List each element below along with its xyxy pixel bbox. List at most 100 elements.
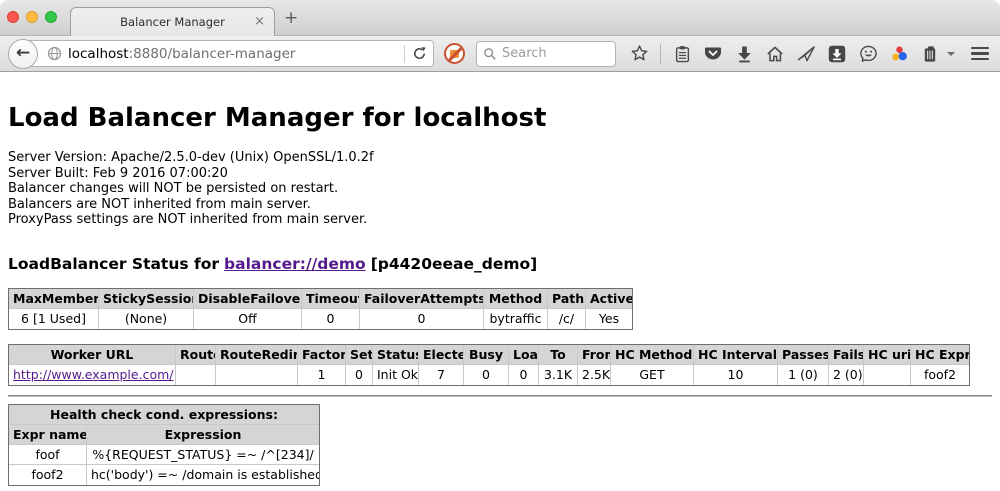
back-arrow-icon: ← xyxy=(16,45,30,62)
pocket-icon[interactable] xyxy=(703,44,723,64)
cell-elected: 7 xyxy=(419,365,464,385)
paper-plane-icon[interactable] xyxy=(796,44,816,64)
col-factor: Factor xyxy=(298,345,346,365)
reload-button[interactable] xyxy=(412,46,427,61)
col-to: To xyxy=(539,345,578,365)
search-bar[interactable] xyxy=(476,41,616,67)
health-data-row: foof %{REQUEST_STATUS} =~ /^[234]/ xyxy=(9,445,319,465)
smiley-chat-icon[interactable] xyxy=(858,44,878,64)
health-table-title: Health check cond. expressions: xyxy=(9,405,319,425)
url-domain: localhost xyxy=(68,46,129,62)
col-timeout: Timeout xyxy=(302,289,360,309)
health-header-row: Expr name Expression xyxy=(9,425,319,445)
worker-data-row: http://www.example.com/ 1 0 Init Ok 7 0 … xyxy=(9,365,969,385)
cell-passes: 1 (0) xyxy=(778,365,829,385)
persist-notice-line: Balancer changes will NOT be persisted o… xyxy=(8,181,992,197)
col-busy: Busy xyxy=(464,345,509,365)
server-version-line: Server Version: Apache/2.5.0-dev (Unix) … xyxy=(8,150,992,166)
col-worker-url: Worker URL xyxy=(9,345,176,365)
col-maxmembers: MaxMembers xyxy=(9,289,99,309)
search-icon xyxy=(483,47,497,61)
cell-routeredir xyxy=(216,365,298,385)
page-content: Load Balancer Manager for localhost Serv… xyxy=(0,72,1000,491)
home-icon[interactable] xyxy=(765,44,785,64)
col-set: Set xyxy=(346,345,373,365)
titlebar: Balancer Manager × + xyxy=(0,0,1000,35)
tab-balancer-manager[interactable]: Balancer Manager × xyxy=(70,7,275,36)
cell-maxmembers: 6 [1 Used] xyxy=(9,309,99,329)
col-method: Method xyxy=(484,289,548,309)
minimize-window-button[interactable] xyxy=(26,11,38,23)
col-passes: Passes xyxy=(778,345,829,365)
downloads-icon[interactable] xyxy=(734,44,754,64)
balancer-table: MaxMembers StickySession DisableFailover… xyxy=(8,288,633,330)
back-button[interactable]: ← xyxy=(8,39,38,69)
cell-disablefailover: Off xyxy=(194,309,302,329)
menu-button[interactable] xyxy=(971,47,989,61)
cell-fails: 2 (0) xyxy=(829,365,864,385)
cell-expression-foof: %{REQUEST_STATUS} =~ /^[234]/ xyxy=(87,445,319,465)
cell-to: 3.1K xyxy=(539,365,578,385)
worker-url-link[interactable]: http://www.example.com/ xyxy=(13,367,173,382)
health-title-row: Health check cond. expressions: xyxy=(9,405,319,425)
close-window-button[interactable] xyxy=(7,11,19,23)
col-hc-interval: HC Interval xyxy=(694,345,778,365)
worker-header-row: Worker URL Route RouteRedir Factor Set S… xyxy=(9,345,969,365)
cell-hc-method: GET xyxy=(611,365,694,385)
server-built-line: Server Built: Feb 9 2016 07:00:20 xyxy=(8,166,992,182)
colored-dots-icon[interactable] xyxy=(889,44,909,64)
toolbar-separator xyxy=(660,44,661,64)
cell-load: 0 xyxy=(509,365,539,385)
cell-expression-foof2: hc('body') =~ /domain is established/ xyxy=(87,465,319,485)
col-disablefailover: DisableFailover xyxy=(194,289,302,309)
col-hc-uri: HC uri xyxy=(864,345,911,365)
plugin-blocked-icon[interactable] xyxy=(444,43,465,64)
col-hc-expr: HC Expr xyxy=(911,345,969,365)
col-expr-name: Expr name xyxy=(9,425,87,445)
cell-active: Yes xyxy=(586,309,632,329)
cell-factor: 1 xyxy=(298,365,346,385)
cell-failoverattempts: 0 xyxy=(360,309,484,329)
cell-worker-url: http://www.example.com/ xyxy=(9,365,176,385)
bin-icon[interactable] xyxy=(920,44,940,64)
site-identity-globe-icon xyxy=(47,46,62,61)
download-box-icon[interactable] xyxy=(827,44,847,64)
col-route: Route xyxy=(176,345,216,365)
col-hc-method: HC Method xyxy=(611,345,694,365)
cell-set: 0 xyxy=(346,365,373,385)
col-routeredir: RouteRedir xyxy=(216,345,298,365)
tab-title: Balancer Manager xyxy=(120,15,225,29)
health-check-table: Health check cond. expressions: Expr nam… xyxy=(8,404,320,486)
server-info: Server Version: Apache/2.5.0-dev (Unix) … xyxy=(8,150,992,228)
tab-close-icon[interactable]: × xyxy=(254,14,265,29)
cell-status: Init Ok xyxy=(373,365,419,385)
health-data-row: foof2 hc('body') =~ /domain is establish… xyxy=(9,465,319,485)
cell-expr-name-foof2: foof2 xyxy=(9,465,87,485)
col-stickysession: StickySession xyxy=(99,289,194,309)
search-input[interactable] xyxy=(502,46,602,61)
cell-path: /c/ xyxy=(548,309,586,329)
navigation-toolbar: ← localhost:8880/balancer-manager xyxy=(0,35,1000,72)
cell-hc-interval: 10 xyxy=(694,365,778,385)
bookmark-star-icon[interactable] xyxy=(629,44,649,64)
cell-hc-expr: foof2 xyxy=(911,365,969,385)
new-tab-button[interactable]: + xyxy=(284,10,298,27)
browser-window: Balancer Manager × + ← localhost:8880/ba… xyxy=(0,0,1000,491)
balancer-header-row: MaxMembers StickySession DisableFailover… xyxy=(9,289,632,309)
col-fails: Fails xyxy=(829,345,864,365)
status-heading-prefix: LoadBalancer Status for xyxy=(8,255,219,273)
balancers-notice-line: Balancers are NOT inherited from main se… xyxy=(8,197,992,213)
clipboard-icon[interactable] xyxy=(672,44,692,64)
url-text[interactable]: localhost:8880/balancer-manager xyxy=(68,46,397,62)
toolbar-icons xyxy=(629,44,955,64)
urlbar-divider xyxy=(404,45,405,63)
balancer-demo-link[interactable]: balancer://demo xyxy=(224,255,366,273)
page-title: Load Balancer Manager for localhost xyxy=(8,103,992,133)
url-bar[interactable]: localhost:8880/balancer-manager xyxy=(22,40,434,67)
col-path: Path xyxy=(548,289,586,309)
zoom-window-button[interactable] xyxy=(45,11,57,23)
col-elected: Elected xyxy=(419,345,464,365)
cell-expr-name-foof: foof xyxy=(9,445,87,465)
status-heading-suffix: [p4420eeae_demo] xyxy=(371,255,538,273)
chevron-down-icon[interactable] xyxy=(947,52,955,56)
